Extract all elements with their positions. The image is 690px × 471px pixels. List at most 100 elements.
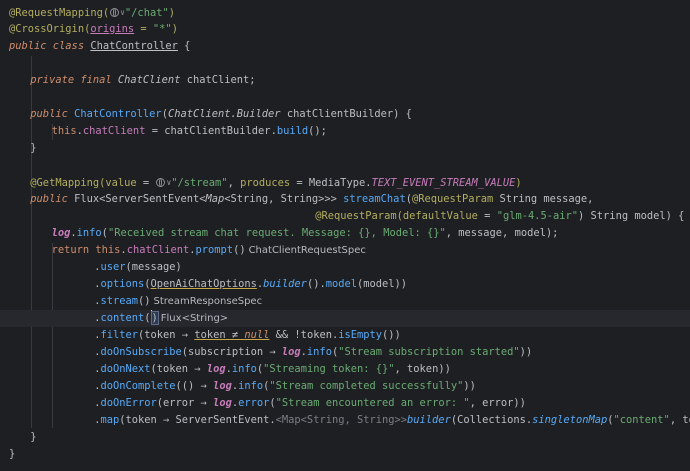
code-line[interactable]: .stream() StreamResponseSpec (0, 293, 690, 310)
code-token: @RequestParam( (315, 210, 403, 222)
code-line[interactable]: @RequestParam(defaultValue = "glm-4.5-ai… (0, 208, 690, 225)
code-token: singletonMap (532, 414, 608, 426)
code-token: stream (100, 295, 138, 307)
code-token: ) String model) { (578, 210, 685, 222)
code-token: = (477, 210, 497, 222)
code-token: log (213, 397, 232, 409)
code-token: ServerSentEvent (175, 414, 270, 426)
code-token: "content" (613, 414, 670, 426)
code-token: token (194, 329, 226, 341)
code-token: defaultValue (402, 210, 478, 222)
code-line[interactable]: .doOnNext(token → log.info("Streaming to… (0, 361, 690, 378)
code-line[interactable] (0, 157, 690, 174)
code-token: isEmpty (338, 329, 383, 341)
code-line[interactable]: .options(OpenAiChatOptions.builder().mod… (0, 276, 690, 293)
code-line[interactable]: return this.chatClient.prompt() ChatClien… (0, 242, 690, 259)
code-token: info (231, 363, 257, 375)
code-token: user (100, 261, 126, 273)
code-token: options (100, 278, 145, 290)
code-line[interactable] (0, 89, 690, 106)
code-token: (subscription → (181, 346, 282, 358)
code-line[interactable]: @RequestMapping(∨"/chat") (0, 4, 690, 21)
globe-icon[interactable]: ∨ (155, 177, 171, 189)
code-token: @CrossOrigin( (9, 23, 91, 35)
code-token: ) (150, 311, 159, 325)
code-token: () (138, 295, 151, 307)
code-token: () (233, 244, 246, 256)
code-token: "Stream completed successfully" (269, 380, 464, 392)
code-line[interactable]: @CrossOrigin(origins = "*") (0, 21, 690, 38)
code-line[interactable]: log.info("Received stream chat request. … (0, 225, 690, 242)
code-token: content (100, 312, 145, 324)
code-line[interactable]: .map(token → ServerSentEvent.<Map<String… (0, 412, 690, 429)
code-token: "Stream subscription started" (338, 346, 520, 358)
code-token: ChatClient (117, 74, 181, 86)
code-token: , message, model); (445, 227, 559, 239)
code-token: ChatController (90, 40, 178, 52)
code-token: )) (519, 346, 533, 358)
code-token: log (206, 363, 226, 375)
code-token: map (100, 414, 120, 426)
code-token: public (30, 193, 75, 205)
code-line[interactable]: public ChatController(ChatClient.Builder… (0, 106, 690, 123)
code-line[interactable]: .user(message) (0, 259, 690, 276)
type-inlay-hint: ChatClientRequestSpec (248, 245, 366, 256)
code-token: ChatClient.Builder (167, 108, 281, 120)
code-token: "/chat" (124, 7, 169, 19)
code-line[interactable] (0, 55, 690, 72)
code-token: , error)) (469, 397, 526, 409)
code-token: <String, String>>> (224, 193, 344, 205)
code-token: @RequestMapping( (9, 7, 110, 19)
code-line[interactable]: public class ChatController { (0, 38, 690, 55)
code-line[interactable]: .doOnSubscribe(subscription → log.info("… (0, 344, 690, 361)
code-token: (message) (125, 261, 182, 273)
code-token: info (306, 346, 332, 358)
code-token: (); (308, 125, 327, 137)
code-line[interactable]: .doOnError(error → log.error("Stream enc… (0, 395, 690, 412)
code-token: public class (9, 40, 91, 52)
code-token: model (325, 278, 357, 290)
code-token: chatClient (82, 125, 146, 137)
code-token: @GetMapping( (30, 177, 106, 189)
code-line[interactable]: private final ChatClient chatClient; (0, 72, 690, 89)
code-line[interactable]: @GetMapping(value = ∨"/stream", produces… (0, 174, 690, 191)
code-token: this (95, 244, 121, 256)
code-line[interactable]: } (0, 429, 690, 446)
code-token: filter (100, 329, 138, 341)
code-token: ()) (382, 329, 401, 341)
code-token: chatClient (126, 244, 190, 256)
code-line[interactable]: this.chatClient = chatClientBuilder.buil… (0, 123, 690, 140)
code-token: doOnError (100, 397, 157, 409)
code-token: , (227, 177, 241, 189)
code-token: String message, (493, 193, 594, 205)
code-token: log (51, 227, 71, 239)
code-editor[interactable]: @RequestMapping(∨"/chat") @CrossOrigin(or… (0, 0, 690, 471)
globe-icon[interactable]: ∨ (109, 7, 125, 19)
code-token: ≠ (225, 329, 245, 341)
code-line[interactable]: .doOnComplete(() → log.info("Stream comp… (0, 378, 690, 395)
type-inlay-hint: Flux<String> (160, 313, 229, 324)
code-token: ) (171, 23, 178, 35)
code-token: error (238, 397, 270, 409)
globe-circle-icon (110, 8, 120, 17)
code-token: this (51, 125, 77, 137)
code-line[interactable]: } (0, 446, 690, 463)
code-token: (). (306, 278, 326, 290)
code-line[interactable]: .content() Flux<String> (0, 310, 690, 327)
code-token: )) (463, 380, 476, 392)
code-token: info (76, 227, 102, 239)
code-token: origins (90, 23, 135, 35)
code-token: Map (205, 193, 225, 205)
code-token: "Stream encountered an error: " (275, 397, 470, 409)
code-token: <Map<String, String>> (275, 414, 408, 426)
code-token: && !token. (269, 329, 339, 341)
code-token: = (136, 177, 156, 189)
code-line[interactable]: } (0, 140, 690, 157)
code-token: builder (263, 278, 307, 290)
code-token: ServerSentEvent (105, 193, 200, 205)
code-token: (() → (175, 380, 214, 392)
code-line[interactable]: .filter(token → token ≠ null && !token.i… (0, 327, 690, 344)
code-token: return (51, 244, 96, 256)
code-token: "Received stream chat request. Message: … (107, 227, 446, 239)
code-line[interactable]: public Flux<ServerSentEvent<Map<String, … (0, 191, 690, 208)
